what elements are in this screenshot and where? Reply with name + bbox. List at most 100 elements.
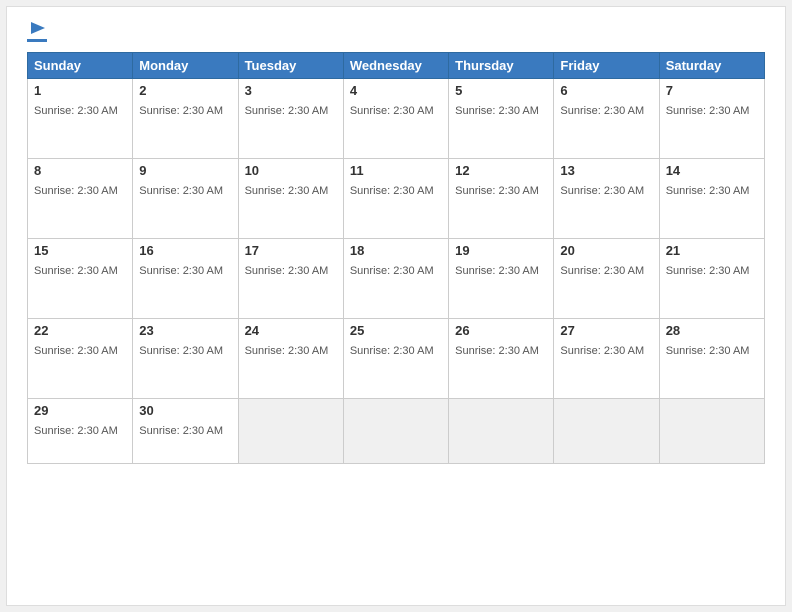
sunrise-info: Sunrise: 2:30 AM <box>245 345 329 357</box>
sunrise-info: Sunrise: 2:30 AM <box>350 265 434 277</box>
calendar-week-row: 29 Sunrise: 2:30 AM 30 Sunrise: 2:30 AM <box>28 399 765 464</box>
calendar-cell: 15 Sunrise: 2:30 AM <box>28 239 133 319</box>
sunrise-info: Sunrise: 2:30 AM <box>139 425 223 437</box>
calendar-cell: 24 Sunrise: 2:30 AM <box>238 319 343 399</box>
day-number: 18 <box>350 243 442 258</box>
calendar-cell: 20Sunrise: 2:30 AM <box>554 239 659 319</box>
sunrise-info: Sunrise: 2:30 AM <box>139 345 223 357</box>
logo-flag-icon <box>29 20 47 38</box>
day-number: 7 <box>666 83 758 98</box>
calendar-cell: 29 Sunrise: 2:30 AM <box>28 399 133 464</box>
sunrise-info: Sunrise: 2:30 AM <box>666 105 750 117</box>
calendar-week-row: 15Sunrise: 2:30 AM16Sunrise: 2:30 AM17Su… <box>28 239 765 319</box>
sunrise-info: Sunrise: 2:30 AM <box>560 105 644 117</box>
sunrise-info: Sunrise: 2:30 AM <box>139 105 223 117</box>
day-number: 5 <box>455 83 547 98</box>
day-number: 26 <box>455 323 547 338</box>
day-number: 30 <box>139 403 231 418</box>
calendar-cell: 2Sunrise: 2:30 AM <box>133 79 238 159</box>
calendar-cell: 22 Sunrise: 2:30 AM <box>28 319 133 399</box>
calendar-cell: 21 Sunrise: 2:30 AM <box>659 239 764 319</box>
calendar-cell: 14 Sunrise: 2:30 AM <box>659 159 764 239</box>
calendar-cell: 1 Sunrise: 2:30 AM <box>28 79 133 159</box>
calendar-week-row: 22 Sunrise: 2:30 AM 23 Sunrise: 2:30 AM 24 Su… <box>28 319 765 399</box>
calendar-cell: 8Sunrise: 2:30 AM <box>28 159 133 239</box>
day-number: 10 <box>245 163 337 178</box>
day-number: 21 <box>666 243 758 258</box>
calendar-week-row: 8Sunrise: 2:30 AM9Sunrise: 2:30 AM10Sunr… <box>28 159 765 239</box>
sunrise-info: Sunrise: 2:30 AM <box>560 345 644 357</box>
sunrise-info: Sunrise: 2:30 AM <box>560 265 644 277</box>
sunrise-info: Sunrise: 2:30 AM <box>455 185 539 197</box>
sunrise-info: Sunrise: 2:30 AM <box>455 345 539 357</box>
calendar-cell: 7 Sunrise: 2:30 AM <box>659 79 764 159</box>
sunrise-info: Sunrise: 2:30 AM <box>666 345 750 357</box>
calendar-cell: 11Sunrise: 2:30 AM <box>343 159 448 239</box>
sunrise-info: Sunrise: 2:30 AM <box>350 345 434 357</box>
header-tuesday: Tuesday <box>238 53 343 79</box>
day-number: 24 <box>245 323 337 338</box>
day-number: 6 <box>560 83 652 98</box>
sunrise-info: Sunrise: 2:30 AM <box>139 185 223 197</box>
calendar-cell: 26 Sunrise: 2:30 AM <box>449 319 554 399</box>
calendar-cell <box>238 399 343 464</box>
calendar-week-row: 1Sunrise: 2:30 AM2Sunrise: 2:30 AM3Sunri… <box>28 79 765 159</box>
calendar-cell: 28 Sunrise: 2:30 AM <box>659 319 764 399</box>
day-number: 3 <box>245 83 337 98</box>
calendar-cell: 19Sunrise: 2:30 AM <box>449 239 554 319</box>
calendar-cell: 9 Sunrise: 2:30 AM <box>133 159 238 239</box>
sunrise-info: Sunrise: 2:30 AM <box>455 105 539 117</box>
day-number: 23 <box>139 323 231 338</box>
sunrise-info: Sunrise: 2:30 AM <box>34 345 118 357</box>
calendar-cell: 13 Sunrise: 2:30 AM <box>554 159 659 239</box>
day-number: 9 <box>139 163 231 178</box>
sunrise-info: Sunrise: 2:30 AM <box>139 265 223 277</box>
header-area <box>27 22 765 42</box>
calendar-cell <box>449 399 554 464</box>
calendar-cell: 4Sunrise: 2:30 AM <box>343 79 448 159</box>
day-number: 28 <box>666 323 758 338</box>
sunrise-info: Sunrise: 2:30 AM <box>245 105 329 117</box>
day-number: 1 <box>34 83 126 98</box>
day-number: 4 <box>350 83 442 98</box>
calendar-cell: 12 Sunrise: 2:30 AM <box>449 159 554 239</box>
weekday-header-row: Sunday Monday Tuesday Wednesday Thursday… <box>28 53 765 79</box>
calendar-cell <box>343 399 448 464</box>
sunrise-info: Sunrise: 2:30 AM <box>34 425 118 437</box>
header-friday: Friday <box>554 53 659 79</box>
day-number: 12 <box>455 163 547 178</box>
calendar-cell: 6 Sunrise: 2:30 AM <box>554 79 659 159</box>
calendar-cell <box>554 399 659 464</box>
header-monday: Monday <box>133 53 238 79</box>
day-number: 14 <box>666 163 758 178</box>
header-wednesday: Wednesday <box>343 53 448 79</box>
calendar-cell <box>659 399 764 464</box>
calendar-cell: 5 Sunrise: 2:30 AM <box>449 79 554 159</box>
day-number: 29 <box>34 403 126 418</box>
sunrise-info: Sunrise: 2:30 AM <box>34 265 118 277</box>
calendar-cell: 30 Sunrise: 2:30 AM <box>133 399 238 464</box>
calendar-cell: 10Sunrise: 2:30 AM <box>238 159 343 239</box>
calendar-cell: 3 Sunrise: 2:30 AM <box>238 79 343 159</box>
sunrise-info: Sunrise: 2:30 AM <box>560 185 644 197</box>
day-number: 22 <box>34 323 126 338</box>
logo-underline <box>27 39 47 42</box>
day-number: 11 <box>350 163 442 178</box>
day-number: 15 <box>34 243 126 258</box>
day-number: 16 <box>139 243 231 258</box>
sunrise-info: Sunrise: 2:30 AM <box>666 265 750 277</box>
day-number: 25 <box>350 323 442 338</box>
calendar-cell: 25 Sunrise: 2:30 AM <box>343 319 448 399</box>
day-number: 13 <box>560 163 652 178</box>
calendar-cell: 27Sunrise: 2:30 AM <box>554 319 659 399</box>
calendar-page: Sunday Monday Tuesday Wednesday Thursday… <box>6 6 786 606</box>
calendar-cell: 23 Sunrise: 2:30 AM <box>133 319 238 399</box>
calendar-cell: 18 Sunrise: 2:30 AM <box>343 239 448 319</box>
header-sunday: Sunday <box>28 53 133 79</box>
sunrise-info: Sunrise: 2:30 AM <box>245 265 329 277</box>
calendar-cell: 16 Sunrise: 2:30 AM <box>133 239 238 319</box>
sunrise-info: Sunrise: 2:30 AM <box>666 185 750 197</box>
calendar-table: Sunday Monday Tuesday Wednesday Thursday… <box>27 52 765 464</box>
sunrise-info: Sunrise: 2:30 AM <box>34 105 118 117</box>
header-saturday: Saturday <box>659 53 764 79</box>
